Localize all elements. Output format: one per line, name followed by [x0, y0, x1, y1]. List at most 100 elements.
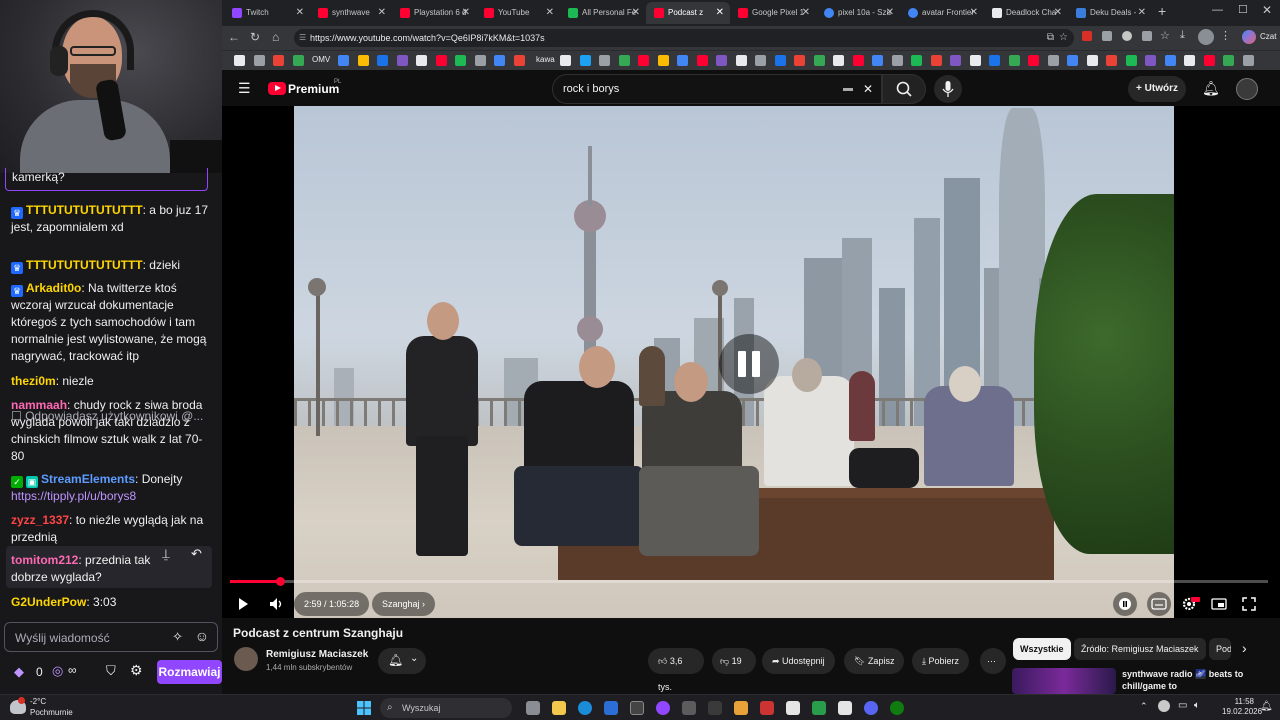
chapter-button[interactable]: Szanghaj ›: [372, 592, 436, 616]
extension-icon[interactable]: [1122, 31, 1132, 41]
home-icon[interactable]: ⌂: [272, 30, 279, 44]
close-tab-icon[interactable]: ✕: [1138, 2, 1146, 24]
channel-avatar[interactable]: [234, 647, 258, 671]
bookmark-favicon-icon[interactable]: [1145, 55, 1156, 66]
terminal-icon[interactable]: [630, 701, 644, 715]
close-tab-icon[interactable]: ✕: [462, 2, 470, 24]
bookmark-favicon-icon[interactable]: [755, 55, 766, 66]
close-tab-icon[interactable]: ✕: [546, 2, 554, 24]
reload-icon[interactable]: ↻: [250, 30, 260, 44]
task-view-icon[interactable]: [526, 701, 540, 715]
bookmark-favicon-icon[interactable]: [618, 55, 630, 66]
file-explorer-icon[interactable]: [552, 701, 566, 715]
bookmark-favicon-icon[interactable]: [474, 55, 486, 66]
donate-link[interactable]: https://tipply.pl/u/borys8: [11, 489, 136, 503]
network-icon[interactable]: ▭: [1178, 700, 1187, 711]
miniplayer-button[interactable]: [1207, 592, 1231, 616]
bookmark-favicon-icon[interactable]: [357, 55, 369, 66]
bits-icon[interactable]: ✧: [172, 629, 183, 645]
subscription-bell-button[interactable]: 🔔︎ ⌄: [378, 648, 426, 674]
chat-message[interactable]: ♛ Arkadit0o: Na twitterze ktoś wczoraj wr…: [11, 280, 211, 365]
chip-more[interactable]: Pod: [1209, 638, 1231, 660]
close-tab-icon[interactable]: ✕: [378, 2, 386, 24]
play-button[interactable]: [230, 592, 254, 616]
volume-button[interactable]: [264, 592, 288, 616]
like-button[interactable]: 👍︎ 3,6 tys.: [648, 648, 704, 692]
search-button[interactable]: [882, 74, 926, 104]
download-button[interactable]: ⤓ Pobierz: [912, 648, 969, 674]
settings-button[interactable]: [1177, 592, 1201, 616]
tab[interactable]: YouTube ✕: [476, 2, 560, 24]
bookmark-favicon-icon[interactable]: [969, 55, 981, 66]
xbox-icon[interactable]: [890, 701, 904, 715]
bookmark-favicon-icon[interactable]: [950, 55, 961, 66]
bookmark-favicon-icon[interactable]: [513, 55, 525, 66]
autoplay-toggle[interactable]: [1113, 592, 1137, 616]
bookmark-favicon-icon[interactable]: [794, 55, 805, 66]
edge-icon[interactable]: [578, 701, 592, 715]
bookmark-favicon-icon[interactable]: [273, 55, 284, 66]
bookmark-favicon-icon[interactable]: [989, 55, 1000, 66]
bookmark-favicon-icon[interactable]: [930, 55, 942, 66]
extension-icon[interactable]: [1142, 31, 1152, 41]
chat-message[interactable]: ♛ TTTUTUTUTUTUTTT: dzieki: [11, 257, 211, 274]
windows-start-icon[interactable]: [357, 701, 371, 715]
bookmark-favicon-icon[interactable]: [1223, 55, 1234, 66]
bookmark-favicon-icon[interactable]: [494, 55, 505, 66]
bookmark-favicon-icon[interactable]: [735, 55, 747, 66]
chips-next-arrow-icon[interactable]: ›: [1242, 640, 1247, 656]
bookmark-favicon-icon[interactable]: [891, 55, 903, 66]
clear-search-icon[interactable]: ✕: [863, 75, 873, 103]
profile-avatar[interactable]: [1198, 29, 1214, 45]
bookmark-favicon-icon[interactable]: [560, 55, 571, 66]
channel-points-icon[interactable]: ◆: [14, 664, 24, 680]
bookmark-favicon-icon[interactable]: [852, 55, 864, 66]
app-icon[interactable]: [708, 701, 722, 715]
tab[interactable]: Google Pixel 1 ✕: [730, 2, 816, 24]
create-button[interactable]: + Utwórz: [1128, 76, 1186, 102]
bookmark-favicon-icon[interactable]: [638, 55, 649, 66]
chat-message[interactable]: thezi0m: niezle: [11, 373, 211, 390]
bookmark-favicon-icon[interactable]: [1125, 55, 1137, 66]
bookmark-favicon-icon[interactable]: [1008, 55, 1020, 66]
bookmark-favicon-icon[interactable]: [1106, 55, 1117, 66]
bookmark-favicon-icon[interactable]: [833, 55, 844, 66]
new-tab-plus-icon[interactable]: +: [1158, 3, 1166, 19]
bookmark-favicon-icon[interactable]: [657, 55, 669, 66]
tray-chevron-icon[interactable]: ⌃: [1140, 701, 1148, 712]
install-app-icon[interactable]: ⧉: [1047, 29, 1054, 47]
gemini-icon[interactable]: [1242, 30, 1256, 44]
save-button[interactable]: 🔖︎ Zapisz: [844, 648, 905, 674]
chat-message-input[interactable]: Wyślij wiadomość ✧ ☺: [4, 622, 218, 652]
notifications-bell-icon[interactable]: 🔔︎: [1202, 80, 1220, 97]
discord-icon[interactable]: [864, 701, 878, 715]
emote-picker-icon[interactable]: ☺: [195, 628, 209, 644]
bookmark-favicon-icon[interactable]: [696, 55, 708, 66]
app-icon[interactable]: [812, 701, 826, 715]
close-tab-icon[interactable]: ✕: [970, 2, 978, 24]
tray-cloud-icon[interactable]: [1158, 700, 1170, 712]
app-icon[interactable]: [760, 701, 774, 715]
bookmark-favicon-icon[interactable]: [1203, 55, 1215, 66]
bookmark-favicon-icon[interactable]: [1086, 55, 1098, 66]
bookmark-favicon-icon[interactable]: [774, 55, 786, 66]
twitch-app-icon[interactable]: [656, 701, 670, 715]
progress-scrubber[interactable]: [275, 577, 285, 586]
bookmark-favicon-icon[interactable]: [579, 55, 591, 66]
tab[interactable]: Deku Deals - ✕: [1068, 2, 1152, 24]
tab[interactable]: pixel 10a - Szu ✕: [816, 2, 900, 24]
bookmark-favicon-icon[interactable]: [253, 55, 265, 66]
chip-all[interactable]: Wszystkie: [1013, 638, 1071, 660]
weather-widget[interactable]: -2°C Pochmurnie: [30, 696, 73, 718]
close-tab-icon[interactable]: ✕: [802, 2, 810, 24]
taskbar-search[interactable]: ⌕ Wyszukaj: [380, 698, 512, 718]
chat-message[interactable]: G2UnderPow: 3:03: [11, 594, 211, 611]
bookmark-favicon-icon[interactable]: [1047, 55, 1059, 66]
steam-icon[interactable]: [604, 701, 618, 715]
tab[interactable]: All Personal Fe ✕: [560, 2, 646, 24]
bookmark-favicon-icon[interactable]: [292, 55, 304, 66]
pin-icon[interactable]: ⍊: [162, 546, 170, 562]
downloads-icon[interactable]: ⤓: [1180, 29, 1185, 42]
bookmark-favicon-icon[interactable]: [1067, 55, 1078, 66]
bookmark-favicon-icon[interactable]: [396, 55, 408, 66]
